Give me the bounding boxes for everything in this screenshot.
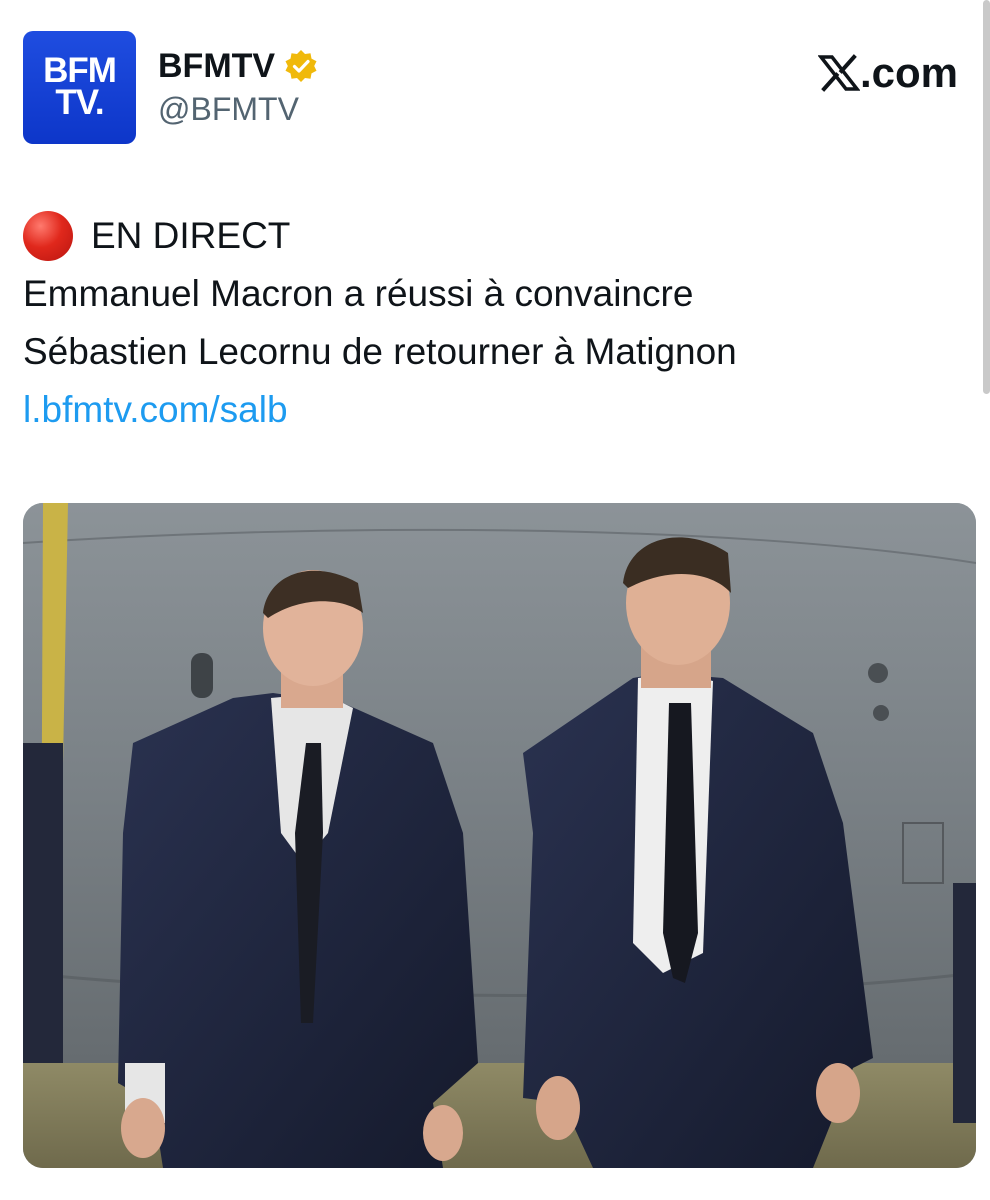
avatar-logo-text: BFM TV.	[23, 53, 136, 122]
headline-line-2: Sébastien Lecornu de retourner à Matigno…	[23, 331, 737, 372]
headline-line-1: Emmanuel Macron a réussi à convaincre	[23, 273, 694, 314]
article-link[interactable]: l.bfmtv.com/salb	[23, 381, 963, 439]
x-com-label[interactable]: .com	[817, 49, 958, 97]
author-handle[interactable]: @BFMTV	[158, 91, 319, 128]
avatar-logo-line2: TV.	[55, 83, 104, 122]
scroll-indicator[interactable]	[983, 0, 990, 394]
x-logo-icon	[817, 52, 861, 94]
red-circle-icon	[23, 211, 73, 261]
avatar[interactable]: BFM TV.	[23, 31, 136, 144]
display-name[interactable]: BFMTV	[158, 47, 275, 86]
tweet-header: BFM TV. BFMTV @BFMTV .com	[23, 31, 958, 146]
author-name-block: BFMTV @BFMTV	[158, 45, 319, 128]
tweet-photo[interactable]	[23, 503, 976, 1168]
site-domain-text: .com	[859, 49, 958, 96]
live-row: EN DIRECT	[23, 207, 963, 265]
photo-illustration	[23, 503, 976, 1168]
display-name-row: BFMTV	[158, 45, 319, 87]
live-label: EN DIRECT	[91, 215, 291, 256]
verified-badge-icon	[283, 48, 319, 84]
tweet-text: EN DIRECT Emmanuel Macron a réussi à con…	[23, 207, 963, 439]
